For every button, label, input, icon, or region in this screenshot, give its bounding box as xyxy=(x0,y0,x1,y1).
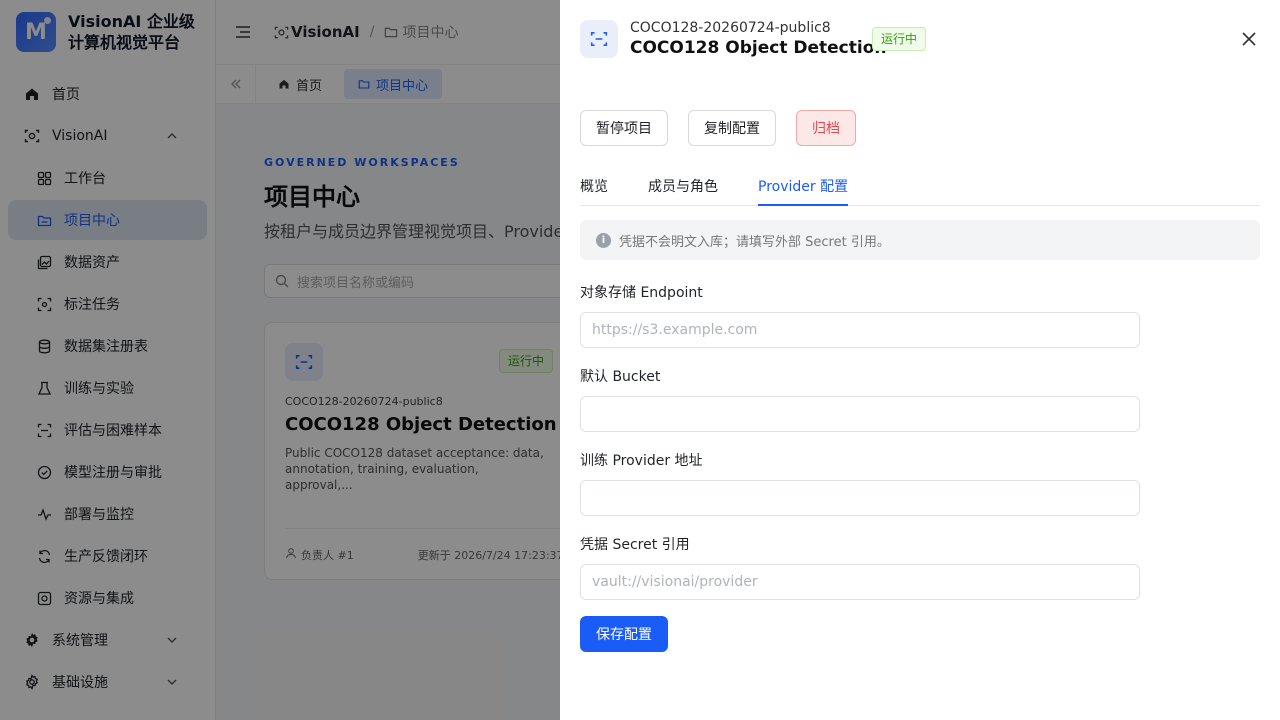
bucket-input[interactable] xyxy=(580,396,1140,432)
notice-text: 凭据不会明文入库；请填写外部 Secret 引用。 xyxy=(619,234,890,250)
tab-members-roles[interactable]: 成员与角色 xyxy=(648,168,718,206)
secret-label: 凭据 Secret 引用 xyxy=(580,537,690,553)
secret-ref-input[interactable] xyxy=(580,564,1140,600)
project-drawer: COCO128-20260724-public8 COCO128 Object … xyxy=(560,0,1280,720)
drawer-actions: 暂停项目 复制配置 归档 xyxy=(580,110,876,146)
endpoint-input[interactable] xyxy=(580,312,1140,348)
archive-button[interactable]: 归档 xyxy=(796,110,856,146)
credentials-notice: i 凭据不会明文入库；请填写外部 Secret 引用。 xyxy=(580,220,1260,260)
provider-address-input[interactable] xyxy=(580,480,1140,516)
secret-field-group: 凭据 Secret 引用 xyxy=(580,534,1140,600)
pause-project-button[interactable]: 暂停项目 xyxy=(580,110,668,146)
drawer-header: COCO128-20260724-public8 COCO128 Object … xyxy=(580,20,886,58)
tab-overview[interactable]: 概览 xyxy=(580,168,608,206)
provider-field-group: 训练 Provider 地址 xyxy=(580,450,1140,516)
drawer-project-name: COCO128 Object Detection xyxy=(630,38,887,58)
provider-label: 训练 Provider 地址 xyxy=(580,453,703,469)
bucket-field-group: 默认 Bucket xyxy=(580,366,1140,432)
close-icon[interactable] xyxy=(1240,30,1258,48)
bucket-label: 默认 Bucket xyxy=(580,369,661,385)
project-icon xyxy=(580,20,618,58)
info-icon: i xyxy=(596,232,611,248)
drawer-tabs: 概览 成员与角色 Provider 配置 xyxy=(580,168,1260,206)
save-config-button[interactable]: 保存配置 xyxy=(580,616,668,652)
status-badge: 运行中 xyxy=(872,27,927,51)
copy-config-button[interactable]: 复制配置 xyxy=(688,110,776,146)
endpoint-field-group: 对象存储 Endpoint xyxy=(580,282,1140,348)
tab-provider-config[interactable]: Provider 配置 xyxy=(758,168,849,206)
endpoint-label: 对象存储 Endpoint xyxy=(580,285,703,301)
drawer-project-code: COCO128-20260724-public8 xyxy=(630,20,831,36)
